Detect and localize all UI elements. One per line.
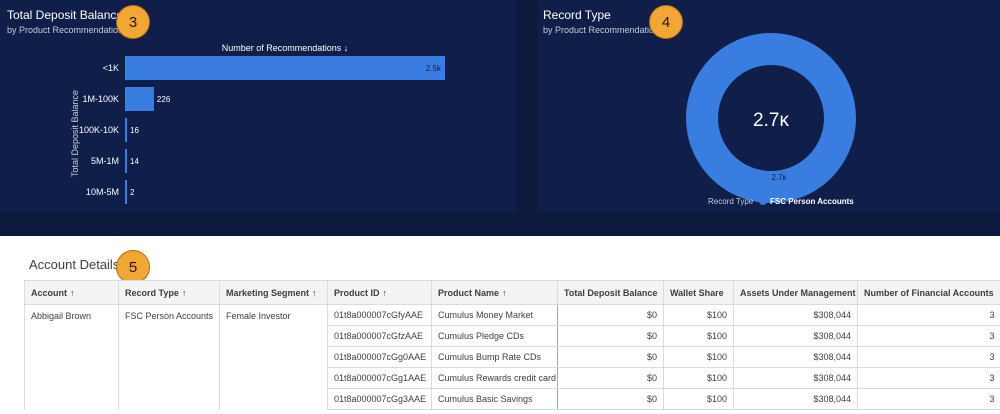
cell-product-name: Cumulus Rewards credit card xyxy=(431,367,558,389)
cell-assets-under-management: $308,044 xyxy=(733,325,858,347)
cell-product-name: Cumulus Basic Savings xyxy=(431,388,558,410)
cell-product-id: 01t8a000007cGg3AAE xyxy=(327,388,432,410)
cell-number-of-financial-accounts: 3 xyxy=(857,346,1000,368)
column-header-wallet-share[interactable]: Wallet Share xyxy=(663,280,734,305)
category-label: <1K xyxy=(103,63,119,73)
table-header-row: Account ↑ Record Type ↑ Marketing Segment ↑… xyxy=(24,280,1000,305)
cell-assets-under-management: $308,044 xyxy=(733,367,858,389)
data-label: 226 xyxy=(157,95,171,104)
cell-account: Abbigail Brown xyxy=(24,304,119,410)
cell-record-type: FSC Person Accounts xyxy=(118,304,220,410)
bar-<1K[interactable] xyxy=(125,56,445,80)
donut-center-label: 2.7ĸ xyxy=(753,110,789,131)
x-axis-label[interactable]: Number of Recommendations ↓ xyxy=(222,43,349,53)
cell-product-id: 01t8a000007cGg1AAE xyxy=(327,367,432,389)
cell-number-of-financial-accounts: 3 xyxy=(857,388,1000,410)
cell-assets-under-management: $308,044 xyxy=(733,346,858,368)
cell-total-deposit-balance: $0 xyxy=(557,346,664,368)
cell-total-deposit-balance: $0 xyxy=(557,388,664,410)
column-header-product-name[interactable]: Product Name ↑ xyxy=(431,280,558,305)
category-label: 100K-10K xyxy=(79,125,119,135)
column-header-marketing-segment[interactable]: Marketing Segment ↑ xyxy=(219,280,328,305)
account-details-table: Account ↑ Record Type ↑ Marketing Segment ↑… xyxy=(24,280,1000,410)
category-label: 5M-1M xyxy=(91,156,119,166)
bar-1M-100K[interactable] xyxy=(125,87,154,111)
cell-number-of-financial-accounts: 3 xyxy=(857,367,1000,389)
cell-product-name: Cumulus Bump Rate CDs xyxy=(431,346,558,368)
sort-arrow-icon: ↑ xyxy=(181,287,187,298)
cell-number-of-financial-accounts: 3 xyxy=(857,325,1000,347)
cell-total-deposit-balance: $0 xyxy=(557,304,664,326)
sort-arrow-icon: ↑ xyxy=(502,287,507,298)
cell-wallet-share: $100 xyxy=(663,304,734,326)
column-header-account[interactable]: Account ↑ xyxy=(24,280,119,305)
bar-100K-10K[interactable] xyxy=(125,118,128,142)
cell-product-id: 01t8a000007cGfyAAE xyxy=(327,304,432,326)
column-header-record-type[interactable]: Record Type ↑ xyxy=(118,280,220,305)
column-header-total-deposit-balance[interactable]: Total Deposit Balance xyxy=(557,280,664,305)
legend-title: Record Type xyxy=(708,197,754,206)
cell-number-of-financial-accounts: 3 xyxy=(857,304,1000,326)
column-header-number-of-financial-accounts[interactable]: Number of Financial Accounts xyxy=(857,280,1000,305)
dashboard-area: Total Deposit Balance by Product Recomme… xyxy=(0,0,1000,236)
legend-entry[interactable]: FSC Person Accounts xyxy=(770,197,854,206)
column-header-product-id[interactable]: Product ID ↑ xyxy=(327,280,432,305)
cell-total-deposit-balance: $0 xyxy=(557,325,664,347)
deposit-bar-chart: Number of Recommendations ↓Total Deposit… xyxy=(70,43,445,204)
cell-wallet-share: $100 xyxy=(663,388,734,410)
column-header-assets-under-management[interactable]: Assets Under Management xyxy=(733,280,858,305)
cell-wallet-share: $100 xyxy=(663,346,734,368)
bar-5M-1M[interactable] xyxy=(125,149,127,173)
data-label: 2 xyxy=(130,188,135,197)
donut-slice-label: 2.7ĸ xyxy=(771,173,787,182)
section-title: Account Details xyxy=(29,257,120,272)
cell-product-name: Cumulus Pledge CDs xyxy=(431,325,558,347)
cell-assets-under-management: $308,044 xyxy=(733,304,858,326)
cell-wallet-share: $100 xyxy=(663,367,734,389)
record-type-panel: Record Type by Product Recommendations 4… xyxy=(538,0,1000,212)
data-label: 2.5k xyxy=(426,64,442,73)
cell-product-name: Cumulus Money Market xyxy=(431,304,558,326)
record-type-donut-chart: 2.7ĸ 2.7ĸ Record Type FSC Person Account… xyxy=(686,33,856,206)
legend-swatch xyxy=(759,197,767,205)
bar-10M-5M[interactable] xyxy=(125,180,127,204)
table-row: Abbigail Brown FSC Person Accounts Femal… xyxy=(24,304,1000,410)
data-label: 16 xyxy=(130,126,139,135)
cell-marketing-segment: Female Investor xyxy=(219,304,328,410)
cell-wallet-share: $100 xyxy=(663,325,734,347)
data-label: 14 xyxy=(130,157,139,166)
sort-arrow-icon: ↑ xyxy=(70,287,75,298)
deposit-balance-panel: Total Deposit Balance by Product Recomme… xyxy=(0,0,516,212)
account-details-section: Account Details 5 Account ↑ Record Type ↑ … xyxy=(0,236,1000,414)
cell-product-id: 01t8a000007cGg0AAE xyxy=(327,346,432,368)
cell-assets-under-management: $308,044 xyxy=(733,388,858,410)
sort-arrow-icon: ↑ xyxy=(312,287,317,298)
sort-arrow-icon: ↑ xyxy=(382,287,388,298)
step-badge: 5 xyxy=(116,250,150,284)
category-label: 1M-100K xyxy=(82,94,119,104)
cell-product-id: 01t8a000007cGfzAAE xyxy=(327,325,432,347)
cell-total-deposit-balance: $0 xyxy=(557,367,664,389)
category-label: 10M-5M xyxy=(86,187,119,197)
